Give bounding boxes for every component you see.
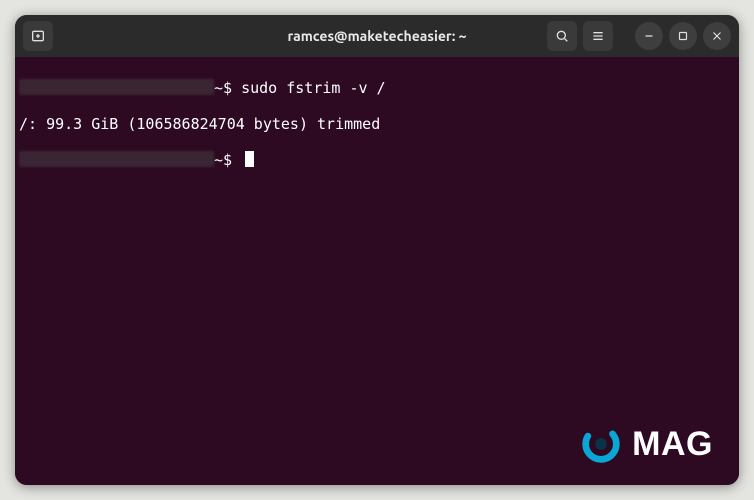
redacted-prompt	[19, 151, 214, 167]
new-tab-button[interactable]	[23, 21, 53, 51]
terminal-line: ~$	[19, 151, 735, 169]
prompt-tail: ~$	[214, 151, 241, 169]
menu-button[interactable]	[583, 21, 613, 51]
cursor	[245, 151, 254, 167]
maximize-button[interactable]	[669, 22, 697, 50]
titlebar: ramces@maketecheasier: ~	[15, 15, 739, 57]
minimize-button[interactable]	[635, 22, 663, 50]
redacted-prompt	[19, 79, 214, 95]
terminal-line: /: 99.3 GiB (106586824704 bytes) trimmed	[19, 115, 735, 133]
search-button[interactable]	[547, 21, 577, 51]
window-title: ramces@maketecheasier: ~	[15, 28, 739, 44]
terminal-line: ~$ sudo fstrim -v /	[19, 79, 735, 97]
prompt-tail: ~$	[214, 79, 241, 97]
output-text: /: 99.3 GiB (106586824704 bytes) trimmed	[19, 115, 380, 133]
terminal-window: ramces@maketecheasier: ~	[15, 15, 739, 485]
terminal-body[interactable]: ~$ sudo fstrim -v / /: 99.3 GiB (1065868…	[15, 57, 739, 485]
close-button[interactable]	[703, 22, 731, 50]
command-text: sudo fstrim -v /	[241, 79, 386, 97]
